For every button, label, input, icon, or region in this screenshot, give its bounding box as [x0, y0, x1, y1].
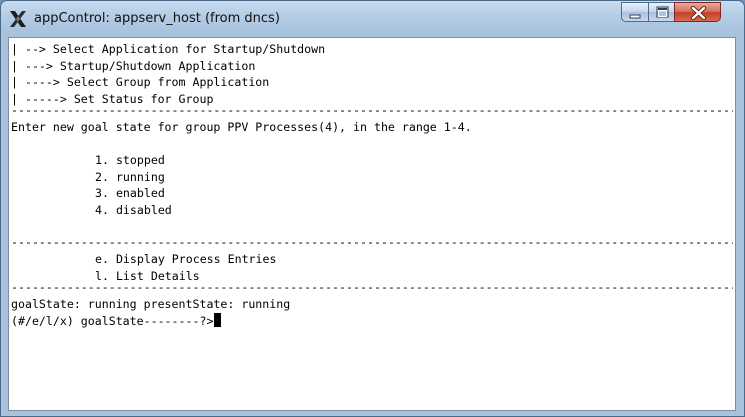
breadcrumb-line: | ----> Select Group from Application	[11, 75, 270, 90]
maximize-icon	[656, 6, 669, 18]
action-display-process-entries: e. Display Process Entries	[95, 252, 277, 266]
terminal-output[interactable]: | --> Select Application for Startup/Shu…	[8, 37, 736, 411]
x-window-icon	[9, 10, 27, 28]
action-list-details: l. List Details	[95, 268, 200, 283]
status-line: goalState: running presentState: running	[11, 297, 291, 311]
maximize-button[interactable]	[648, 2, 675, 22]
breadcrumb-line: | --> Select Application for Startup/Shu…	[11, 42, 326, 56]
input-prompt: (#/e/l/x) goalState--------?>	[11, 313, 214, 328]
minimize-icon	[629, 14, 641, 19]
title-bar[interactable]: appControl: appserv_host (from dncs)	[1, 1, 744, 37]
text-cursor	[214, 312, 222, 327]
input-line[interactable]: (#/e/l/x) goalState--------?>	[11, 312, 222, 330]
separator: ----------------------------------------…	[11, 106, 733, 117]
option-disabled: 4. disabled	[95, 202, 172, 217]
option-running: 2. running	[95, 169, 165, 184]
separator: ----------------------------------------…	[11, 283, 733, 294]
close-button[interactable]	[674, 2, 721, 22]
prompt-message: Enter new goal state for group PPV Proce…	[11, 120, 472, 134]
app-window: appControl: appserv_host (from dncs) | -…	[0, 0, 745, 417]
breadcrumb-line: | -----> Set Status for Group	[11, 91, 214, 106]
separator: ----------------------------------------…	[11, 238, 733, 249]
minimize-button[interactable]	[621, 2, 649, 22]
option-stopped: 1. stopped	[95, 153, 165, 167]
window-title: appControl: appserv_host (from dncs)	[34, 11, 280, 26]
option-enabled: 3. enabled	[95, 186, 165, 201]
close-icon	[690, 5, 707, 21]
breadcrumb-line: | ---> Startup/Shutdown Application	[11, 58, 256, 73]
